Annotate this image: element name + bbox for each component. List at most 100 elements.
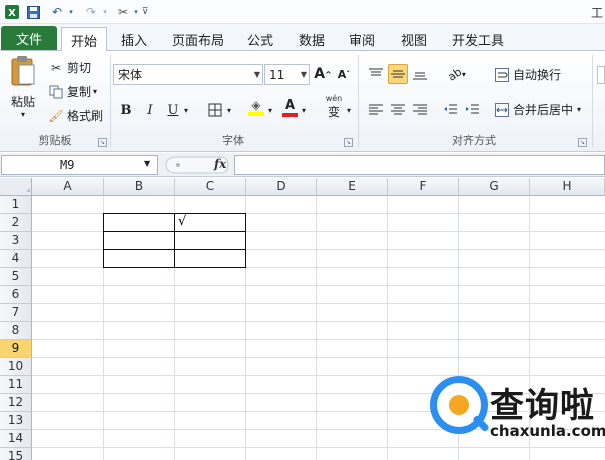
- fill-color-dropdown-icon[interactable]: ▾: [265, 100, 275, 120]
- row-header-5[interactable]: 5: [0, 268, 32, 286]
- chevron-down-icon[interactable]: ▼: [144, 159, 150, 168]
- tab-insert[interactable]: 插入: [110, 27, 158, 51]
- tools-icon[interactable]: ✂: [114, 3, 132, 21]
- font-color-dropdown-icon[interactable]: ▾: [299, 100, 309, 120]
- row-header-2[interactable]: 2: [0, 214, 32, 232]
- customize-icon[interactable]: ⊽: [140, 3, 150, 21]
- cell-c2[interactable]: √: [174, 213, 246, 232]
- clipboard-launcher-icon[interactable]: ↘: [98, 138, 107, 147]
- cell-c4[interactable]: [174, 249, 246, 268]
- fill-color-swatch: [248, 112, 264, 116]
- scissors-icon: ✂: [50, 60, 62, 75]
- row-header-14[interactable]: 14: [0, 430, 32, 448]
- select-all-corner[interactable]: [0, 178, 32, 196]
- cell-b3[interactable]: [103, 231, 175, 250]
- gridline: [32, 357, 605, 358]
- redo-icon[interactable]: ↷: [82, 3, 100, 21]
- align-left-icon[interactable]: [366, 100, 386, 120]
- number-group-partial[interactable]: [597, 66, 605, 84]
- row-header-1[interactable]: 1: [0, 196, 32, 214]
- watermark-logo: 查询啦 chaxunla.com: [424, 372, 605, 458]
- copy-button[interactable]: 复制 ▾: [48, 83, 97, 100]
- gridline: [32, 303, 605, 304]
- align-center-icon[interactable]: [388, 100, 408, 120]
- column-header-c[interactable]: C: [175, 178, 246, 196]
- format-painter-button[interactable]: 🖌 格式刷: [48, 107, 103, 124]
- underline-dropdown-icon[interactable]: ▾: [181, 100, 191, 120]
- column-header-a[interactable]: A: [32, 178, 104, 196]
- column-header-b[interactable]: B: [104, 178, 175, 196]
- wrap-text-label: 自动换行: [513, 68, 562, 82]
- phonetic-button[interactable]: wén 变: [322, 94, 346, 119]
- save-icon[interactable]: [24, 3, 42, 21]
- align-bottom-icon[interactable]: [410, 64, 430, 84]
- italic-button[interactable]: I: [140, 100, 160, 120]
- cell-b2[interactable]: [103, 213, 175, 232]
- row-header-11[interactable]: 11: [0, 376, 32, 394]
- row-header-6[interactable]: 6: [0, 286, 32, 304]
- column-header-g[interactable]: G: [459, 178, 530, 196]
- border-icon[interactable]: [205, 100, 225, 120]
- grow-font-button[interactable]: A ^: [313, 64, 333, 84]
- underline-button[interactable]: U: [163, 100, 183, 120]
- orientation-icon[interactable]: ab ▾: [444, 64, 470, 84]
- decrease-indent-icon[interactable]: [440, 100, 460, 120]
- cell-b4[interactable]: [103, 249, 175, 268]
- column-header-h[interactable]: H: [530, 178, 605, 196]
- font-size-dropdown[interactable]: 11 ▼: [264, 64, 310, 85]
- formula-input[interactable]: [234, 155, 605, 175]
- name-box[interactable]: M9: [1, 155, 158, 175]
- excel-app-icon[interactable]: X: [4, 3, 20, 21]
- tab-formulas[interactable]: 公式: [238, 27, 282, 51]
- row-header-15[interactable]: 15: [0, 448, 32, 460]
- watermark-url: chaxunla.com: [490, 422, 605, 440]
- row-header-9[interactable]: 9: [0, 340, 32, 358]
- shrink-font-button[interactable]: Aˇ: [334, 64, 354, 84]
- copy-icon: [48, 84, 64, 100]
- column-header-d[interactable]: D: [246, 178, 317, 196]
- undo-icon[interactable]: ↶: [48, 3, 66, 21]
- row-header-4[interactable]: 4: [0, 250, 32, 268]
- tab-developer[interactable]: 开发工具: [446, 27, 510, 51]
- font-name-dropdown[interactable]: 宋体 ▼: [113, 64, 263, 85]
- clipboard-group-label: 剪贴板: [38, 134, 72, 147]
- alignment-launcher-icon[interactable]: ↘: [578, 138, 587, 147]
- redo-dropdown-icon[interactable]: ▾: [100, 3, 110, 21]
- paste-button[interactable]: 粘贴 ▾: [6, 55, 40, 127]
- row-header-3[interactable]: 3: [0, 232, 32, 250]
- tab-view[interactable]: 视图: [392, 27, 436, 51]
- row-header-13[interactable]: 13: [0, 412, 32, 430]
- fill-color-button[interactable]: ◈: [246, 97, 266, 117]
- increase-indent-icon[interactable]: [462, 100, 482, 120]
- align-top-icon[interactable]: [366, 64, 386, 84]
- phonetic-dropdown-icon[interactable]: ▾: [344, 100, 354, 120]
- align-right-icon[interactable]: [410, 100, 430, 120]
- font-launcher-icon[interactable]: ↘: [344, 138, 353, 147]
- wrap-text-button[interactable]: 自动换行: [494, 66, 561, 83]
- tab-page-layout[interactable]: 页面布局: [164, 27, 232, 51]
- chevron-down-icon: ▼: [300, 70, 307, 79]
- tab-file[interactable]: 文件: [1, 26, 57, 50]
- undo-dropdown-icon[interactable]: ▾: [66, 3, 76, 21]
- insert-function-button[interactable]: fx: [214, 157, 226, 171]
- font-color-button[interactable]: A: [280, 97, 300, 117]
- border-dropdown-icon[interactable]: ▾: [224, 100, 234, 120]
- row-header-8[interactable]: 8: [0, 322, 32, 340]
- tab-data[interactable]: 数据: [290, 27, 334, 51]
- tab-review[interactable]: 审阅: [340, 27, 384, 51]
- row-header-7[interactable]: 7: [0, 304, 32, 322]
- column-header-f[interactable]: F: [388, 178, 459, 196]
- align-middle-icon[interactable]: [388, 64, 408, 84]
- cut-button[interactable]: ✂ 剪切: [48, 59, 91, 76]
- font-color-swatch: [282, 112, 298, 117]
- bold-button[interactable]: B: [116, 100, 136, 120]
- merge-center-button[interactable]: 合并后居中 ▾: [494, 101, 581, 118]
- tab-home[interactable]: 开始: [61, 27, 107, 52]
- paste-icon: [11, 56, 35, 86]
- cut-label: 剪切: [67, 61, 92, 75]
- row-header-12[interactable]: 12: [0, 394, 32, 412]
- column-header-e[interactable]: E: [317, 178, 388, 196]
- cell-c3[interactable]: [174, 231, 246, 250]
- row-header-10[interactable]: 10: [0, 358, 32, 376]
- merge-center-label: 合并后居中: [513, 103, 574, 117]
